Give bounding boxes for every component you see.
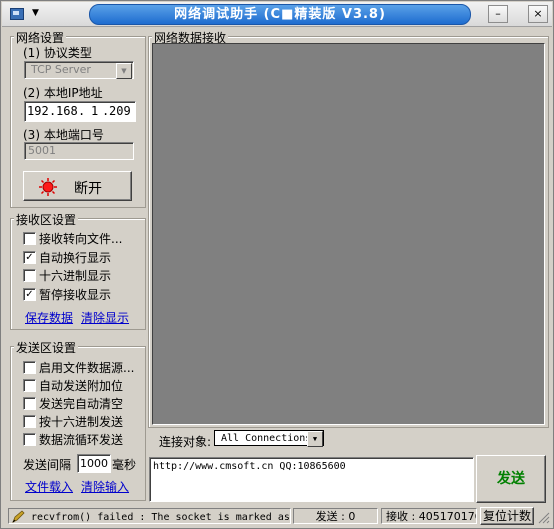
status-bar: recvfrom() failed : The socket is marked…	[2, 506, 552, 526]
disconnect-label: 断开	[74, 181, 102, 197]
connection-target-select[interactable]: All Connections ▼	[214, 430, 324, 447]
receive-data-area[interactable]	[152, 43, 545, 425]
receive-settings-legend: 接收区设置	[14, 211, 79, 228]
loop-send-checkbox[interactable]	[23, 433, 36, 446]
receive-count: 接收 : 405170176	[381, 508, 477, 524]
file-source-label: 启用文件数据源...	[39, 361, 135, 375]
close-button[interactable]: ×	[528, 5, 548, 23]
pause-display-label: 暂停接收显示	[39, 288, 112, 302]
file-source-checkbox[interactable]	[23, 361, 36, 374]
app-window: ▼ 网络调试助手 (C■精装版 V3.8) – × 网络设置 (1) 协议类型 …	[0, 0, 554, 529]
save-data-link[interactable]: 保存数据	[25, 309, 73, 326]
chevron-down-icon[interactable]: ▼	[116, 63, 132, 79]
send-interval-value: 1000	[80, 457, 108, 470]
send-count: 发送 : 0	[293, 508, 378, 524]
title-bar: ▼ 网络调试助手 (C■精装版 V3.8) – ×	[2, 2, 552, 27]
send-input-text: http://www.cmsoft.cn QQ:10865600	[153, 461, 346, 472]
auto-append-checkbox[interactable]	[23, 379, 36, 392]
send-interval-unit: 毫秒	[112, 458, 137, 472]
clear-display-link[interactable]: 清除显示	[81, 309, 129, 326]
protocol-type-label: (1) 协议类型	[23, 46, 92, 60]
ip-octet-2: 168	[56, 104, 78, 118]
red-light-icon	[39, 178, 57, 196]
auto-wrap-checkbox[interactable]: ✓	[23, 251, 36, 264]
app-icon	[10, 8, 24, 20]
ip-octet-3: 1	[91, 104, 99, 118]
resize-grip-icon[interactable]	[538, 512, 550, 524]
status-pen-icon	[12, 510, 25, 523]
local-port-value: 5001	[28, 144, 56, 157]
send-interval-input[interactable]: 1000	[77, 454, 111, 473]
status-message: recvfrom() failed : The socket is marked…	[8, 508, 291, 524]
send-input[interactable]: http://www.cmsoft.cn QQ:10865600	[149, 457, 474, 502]
window-title: 网络调试助手 (C■精装版 V3.8)	[89, 4, 471, 25]
ip-octet-4: 209	[109, 104, 131, 118]
reset-count-label: 复位计数	[482, 509, 531, 523]
recv-to-file-label: 接收转向文件...	[39, 232, 123, 246]
local-ip-input[interactable]: 192 . 168 . 1 . 209	[24, 101, 136, 122]
send-button[interactable]: 发送	[476, 455, 546, 503]
reset-count-button[interactable]: 复位计数	[480, 507, 534, 525]
protocol-type-select[interactable]: TCP Server ▼	[24, 61, 134, 79]
auto-wrap-label: 自动换行显示	[39, 251, 112, 265]
hex-display-label: 十六进制显示	[39, 269, 112, 283]
send-interval-label: 发送间隔	[23, 458, 72, 472]
clear-input-link[interactable]: 清除输入	[81, 478, 129, 495]
hex-send-label: 按十六进制发送	[39, 415, 124, 429]
minimize-icon: –	[495, 7, 501, 20]
ip-octet-1: 192	[27, 104, 49, 118]
recv-to-file-checkbox[interactable]	[23, 232, 36, 245]
load-file-link[interactable]: 文件载入	[25, 478, 73, 495]
chevron-down-icon[interactable]: ▼	[307, 431, 323, 447]
hex-display-checkbox[interactable]	[23, 269, 36, 282]
local-port-input[interactable]: 5001	[24, 142, 134, 160]
loop-send-label: 数据流循环发送	[39, 433, 124, 447]
connection-target-value: All Connections	[221, 433, 312, 444]
local-port-label: (3) 本地端口号	[23, 128, 104, 142]
system-menu[interactable]: ▼	[6, 5, 46, 23]
auto-clear-label: 发送完自动清空	[39, 397, 124, 411]
status-message-text: recvfrom() failed : The socket is marked…	[31, 512, 291, 523]
send-button-label: 发送	[497, 471, 525, 487]
close-icon: ×	[533, 7, 543, 20]
minimize-button[interactable]: –	[488, 5, 508, 23]
disconnect-button[interactable]: 断开	[23, 171, 132, 201]
pause-display-checkbox[interactable]: ✓	[23, 288, 36, 301]
chevron-down-icon: ▼	[32, 8, 39, 18]
auto-clear-checkbox[interactable]	[23, 397, 36, 410]
hex-send-checkbox[interactable]	[23, 415, 36, 428]
send-settings-legend: 发送区设置	[14, 339, 79, 356]
protocol-type-value: TCP Server	[31, 63, 91, 76]
auto-append-label: 自动发送附加位	[39, 379, 124, 393]
local-ip-label: (2) 本地IP地址	[23, 86, 103, 100]
connection-target-label: 连接对象:	[159, 435, 212, 449]
